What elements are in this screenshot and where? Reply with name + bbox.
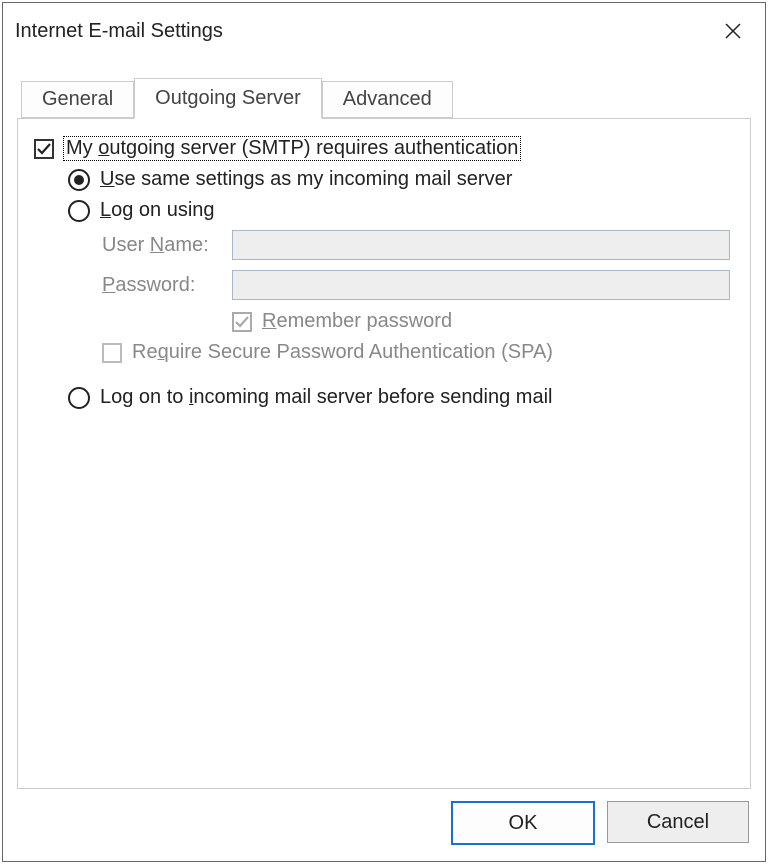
password-row: Password:	[102, 270, 734, 300]
close-icon	[725, 23, 741, 39]
log-on-using-row: Log on using	[68, 199, 734, 222]
use-same-settings-radio[interactable]	[68, 169, 90, 191]
tab-advanced[interactable]: Advanced	[322, 81, 453, 118]
tab-label: General	[42, 88, 113, 110]
tab-strip: General Outgoing Server Advanced	[3, 77, 765, 118]
spa-row: Require Secure Password Authentication (…	[102, 341, 734, 364]
dialog-button-row: OK Cancel	[3, 801, 765, 861]
username-row: User Name:	[102, 230, 734, 260]
credentials-group: User Name: Password:	[102, 230, 734, 333]
log-on-incoming-row: Log on to incoming mail server before se…	[68, 386, 734, 409]
tab-general[interactable]: General	[21, 81, 134, 118]
log-on-using-label: Log on using	[100, 199, 215, 222]
log-on-using-radio[interactable]	[68, 200, 90, 222]
checkmark-icon	[234, 314, 250, 330]
spa-label: Require Secure Password Authentication (…	[132, 341, 553, 364]
use-same-settings-label: Use same settings as my incoming mail se…	[100, 168, 512, 191]
username-label: User Name:	[102, 234, 232, 257]
spa-checkbox[interactable]	[102, 343, 122, 363]
email-settings-dialog: Internet E-mail Settings General Outgoin…	[2, 2, 766, 862]
checkmark-icon	[36, 141, 52, 157]
password-label: Password:	[102, 274, 232, 297]
auth-options-group: Use same settings as my incoming mail se…	[68, 168, 734, 409]
tab-label: Advanced	[343, 88, 432, 110]
cancel-button-label: Cancel	[647, 811, 709, 834]
ok-button[interactable]: OK	[451, 801, 595, 845]
log-on-incoming-label: Log on to incoming mail server before se…	[100, 386, 552, 409]
username-input[interactable]	[232, 230, 730, 260]
requires-auth-row: My outgoing server (SMTP) requires authe…	[34, 137, 734, 160]
ok-button-label: OK	[509, 812, 538, 835]
remember-password-checkbox[interactable]	[232, 312, 252, 332]
remember-password-label: Remember password	[262, 310, 452, 333]
requires-auth-label: My outgoing server (SMTP) requires authe…	[64, 137, 520, 160]
titlebar: Internet E-mail Settings	[3, 3, 765, 59]
close-button[interactable]	[713, 13, 753, 49]
tab-outgoing-server[interactable]: Outgoing Server	[134, 78, 322, 119]
log-on-incoming-radio[interactable]	[68, 387, 90, 409]
cancel-button[interactable]: Cancel	[607, 801, 749, 843]
radio-selected-icon	[74, 175, 84, 185]
use-same-settings-row: Use same settings as my incoming mail se…	[68, 168, 734, 191]
tab-label: Outgoing Server	[155, 87, 301, 109]
remember-password-row: Remember password	[232, 310, 734, 333]
requires-auth-checkbox[interactable]	[34, 139, 54, 159]
password-input[interactable]	[232, 270, 730, 300]
outgoing-server-panel: My outgoing server (SMTP) requires authe…	[17, 118, 751, 789]
dialog-title: Internet E-mail Settings	[15, 20, 223, 43]
